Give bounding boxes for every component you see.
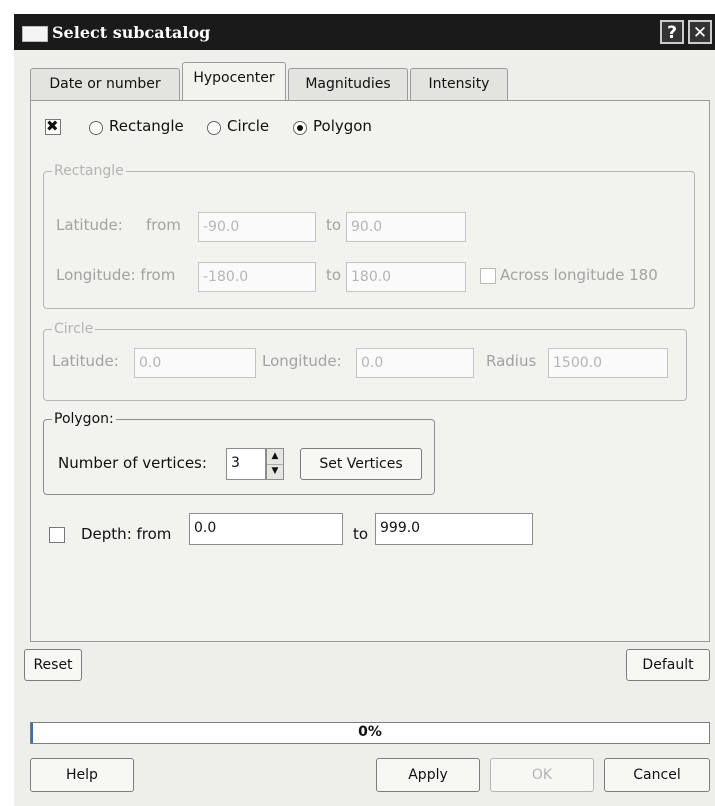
depth-from-label: Depth: from <box>81 525 172 543</box>
set-vertices-button[interactable]: Set Vertices <box>300 448 422 480</box>
rectangle-group: Rectangle Latitude: from -90.0 to 90.0 L… <box>43 162 695 309</box>
select-subcatalog-dialog: Select subcatalog ? ✕ Date or number Hyp… <box>14 14 715 806</box>
circle-radio-label[interactable]: Circle <box>227 117 269 135</box>
tab-magnitudies[interactable]: Magnitudies <box>288 68 408 100</box>
rect-lat-from-input[interactable]: -90.0 <box>198 212 316 242</box>
across-longitude-checkbox[interactable] <box>480 268 496 284</box>
vertices-input[interactable]: 3 <box>226 448 266 480</box>
progress-bar: 0% <box>30 722 710 744</box>
window-icon <box>22 26 48 42</box>
rect-latitude-label: Latitude: <box>56 216 123 234</box>
stepper-up-icon[interactable]: ▲ <box>267 449 283 465</box>
depth-to-input[interactable]: 999.0 <box>375 513 533 545</box>
tab-hypocenter[interactable]: Hypocenter <box>182 62 286 100</box>
vertices-stepper[interactable]: ▲ ▼ <box>266 448 284 480</box>
rect-lat-from-label: from <box>146 216 181 234</box>
rect-lat-to-label: to <box>326 216 342 234</box>
tab-intensity[interactable]: Intensity <box>410 68 508 100</box>
hypocenter-panel: Rectangle Circle Polygon Rectangle Latit… <box>30 100 710 642</box>
close-icon[interactable]: ✕ <box>688 20 712 44</box>
circle-radius-label: Radius <box>486 352 537 370</box>
stepper-down-icon[interactable]: ▼ <box>267 464 283 479</box>
rect-lat-to-input[interactable]: 90.0 <box>346 212 466 242</box>
window-title: Select subcatalog <box>52 23 211 42</box>
circle-latitude-input[interactable]: 0.0 <box>134 348 256 378</box>
circle-longitude-input[interactable]: 0.0 <box>356 348 474 378</box>
help-title-button[interactable]: ? <box>660 20 684 44</box>
circle-radius-input[interactable]: 1500.0 <box>548 348 668 378</box>
circle-latitude-label: Latitude: <box>52 352 119 370</box>
default-button[interactable]: Default <box>626 649 710 681</box>
title-bar[interactable]: Select subcatalog ? ✕ <box>14 14 715 50</box>
rect-lon-to-label: to <box>326 266 342 284</box>
rectangle-legend: Rectangle <box>52 162 126 180</box>
circle-radio[interactable] <box>207 121 221 135</box>
depth-checkbox[interactable] <box>49 527 65 543</box>
help-button[interactable]: Help <box>30 758 134 792</box>
progress-text: 0% <box>358 724 382 740</box>
across-longitude-label: Across longitude 180 <box>500 266 658 284</box>
rect-lon-to-input[interactable]: 180.0 <box>346 262 466 292</box>
circle-legend: Circle <box>52 320 96 338</box>
reset-button[interactable]: Reset <box>24 649 82 681</box>
circle-group: Circle Latitude: 0.0 Longitude: 0.0 Radi… <box>43 320 687 401</box>
depth-to-label: to <box>353 525 369 543</box>
region-enable-checkbox[interactable] <box>45 117 61 135</box>
cancel-button[interactable]: Cancel <box>604 758 710 792</box>
circle-longitude-label: Longitude: <box>262 352 342 370</box>
ok-button[interactable]: OK <box>490 758 594 792</box>
tab-date-or-number[interactable]: Date or number <box>30 68 180 100</box>
rect-longitude-label: Longitude: from <box>56 266 176 284</box>
polygon-group: Polygon: Number of vertices: 3 ▲ ▼ Set V… <box>43 410 435 495</box>
polygon-legend: Polygon: <box>52 410 116 428</box>
apply-button[interactable]: Apply <box>376 758 480 792</box>
rect-lon-from-input[interactable]: -180.0 <box>198 262 316 292</box>
rectangle-radio-label[interactable]: Rectangle <box>109 117 184 135</box>
depth-from-input[interactable]: 0.0 <box>189 513 343 545</box>
polygon-radio-label[interactable]: Polygon <box>313 117 372 135</box>
polygon-radio[interactable] <box>293 121 307 135</box>
vertices-label: Number of vertices: <box>58 454 207 472</box>
rectangle-radio[interactable] <box>89 121 103 135</box>
